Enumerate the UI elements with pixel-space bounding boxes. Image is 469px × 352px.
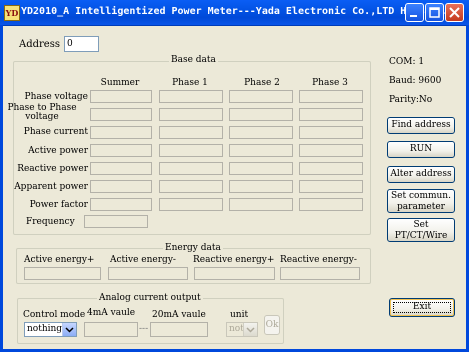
value-field xyxy=(159,108,223,121)
control-mode-label: Control mode xyxy=(23,310,86,320)
ok-button[interactable]: Ok xyxy=(264,315,280,335)
address-label: Address xyxy=(19,39,60,50)
value-field xyxy=(299,108,363,121)
maximize-icon xyxy=(429,7,440,18)
active-energy-minus-field xyxy=(108,267,188,280)
value-field xyxy=(229,90,293,103)
dash-separator: --- xyxy=(139,324,149,334)
button-label: PT/CT/Wire xyxy=(394,231,448,241)
address-input[interactable]: 0 xyxy=(64,36,99,52)
minimize-button[interactable] xyxy=(405,3,424,22)
row-label: Phase voltage xyxy=(24,92,88,102)
energy-label: Active energy- xyxy=(110,255,176,265)
set-pt-ct-wire-button[interactable]: Set PT/CT/Wire xyxy=(387,218,455,242)
window-title: YD2010_A Intelligentized Power Meter---Y… xyxy=(21,6,455,17)
com-status: COM: 1 xyxy=(389,57,425,67)
value-field xyxy=(90,90,152,103)
chevron-down-icon xyxy=(65,327,74,333)
alter-address-button[interactable]: Alter address xyxy=(387,166,455,183)
baud-status: Baud: 9600 xyxy=(389,76,442,86)
vaule-20ma-label: 20mA vaule xyxy=(152,310,206,320)
column-header: Phase 3 xyxy=(312,78,348,88)
vaule-20ma-field[interactable] xyxy=(150,322,208,337)
value-field xyxy=(159,180,223,193)
vaule-4ma-label: 4mA vaule xyxy=(87,308,136,318)
row-label: Phase current xyxy=(23,127,88,137)
value-field xyxy=(229,180,293,193)
close-icon xyxy=(449,7,460,18)
chevron-down-icon xyxy=(246,327,255,333)
base-data-title: Base data xyxy=(169,55,218,65)
value-field xyxy=(299,126,363,139)
value-field xyxy=(229,126,293,139)
row-label: Frequency xyxy=(26,217,75,227)
run-button[interactable]: RUN xyxy=(387,141,455,158)
unit-select[interactable]: noth xyxy=(226,322,258,337)
value-field xyxy=(299,180,363,193)
minimize-icon xyxy=(410,15,417,17)
vaule-4ma-field[interactable] xyxy=(84,322,138,337)
button-label: Set xyxy=(413,220,429,230)
value-field xyxy=(299,162,363,175)
dropdown-arrow xyxy=(62,323,76,336)
value-field xyxy=(90,126,152,139)
analog-output-title: Analog current output xyxy=(97,293,203,303)
reactive-energy-minus-field xyxy=(280,267,360,280)
row-label: Reactive power xyxy=(17,164,88,174)
value-field xyxy=(229,144,293,157)
control-mode-value: nothing xyxy=(27,324,63,334)
exit-button[interactable]: Exit xyxy=(389,298,455,317)
row-label: Active power xyxy=(28,146,88,156)
button-label: Set commun. xyxy=(391,191,451,201)
app-icon: YD xyxy=(4,5,20,21)
value-field xyxy=(159,90,223,103)
focus-ring xyxy=(393,302,451,313)
value-field xyxy=(229,108,293,121)
maximize-button[interactable] xyxy=(425,3,444,22)
value-field xyxy=(90,198,152,211)
value-field xyxy=(159,144,223,157)
column-header: Phase 1 xyxy=(172,78,208,88)
frequency-field xyxy=(84,215,148,228)
find-address-button[interactable]: Find address xyxy=(387,117,455,134)
value-field xyxy=(90,108,152,121)
energy-label: Reactive energy+ xyxy=(193,255,275,265)
value-field xyxy=(299,90,363,103)
energy-label: Active energy+ xyxy=(24,255,95,265)
unit-label: unit xyxy=(230,310,249,320)
value-field xyxy=(90,180,152,193)
reactive-energy-plus-field xyxy=(194,267,275,280)
row-label: Phase to Phase voltage xyxy=(7,103,77,122)
energy-data-title: Energy data xyxy=(163,243,223,253)
button-label: parameter xyxy=(397,202,445,212)
row-label: Power factor xyxy=(29,200,88,210)
set-commun-parameter-button[interactable]: Set commun. parameter xyxy=(387,189,455,213)
value-field xyxy=(299,198,363,211)
value-field xyxy=(229,162,293,175)
analog-output-group xyxy=(17,298,284,344)
parity-status: Parity:No xyxy=(389,95,433,105)
value-field xyxy=(159,126,223,139)
energy-label: Reactive energy- xyxy=(280,255,357,265)
title-bar[interactable]: YD YD2010_A Intelligentized Power Meter-… xyxy=(0,0,469,26)
control-mode-select[interactable]: nothing xyxy=(24,322,77,337)
close-button[interactable] xyxy=(445,3,464,22)
active-energy-plus-field xyxy=(24,267,101,280)
value-field xyxy=(90,144,152,157)
value-field xyxy=(90,162,152,175)
row-label: Apparent power xyxy=(14,182,88,192)
value-field xyxy=(229,198,293,211)
value-field xyxy=(159,198,223,211)
value-field xyxy=(299,144,363,157)
dropdown-arrow xyxy=(243,323,257,336)
column-header: Summer xyxy=(100,78,140,88)
value-field xyxy=(159,162,223,175)
column-header: Phase 2 xyxy=(244,78,280,88)
